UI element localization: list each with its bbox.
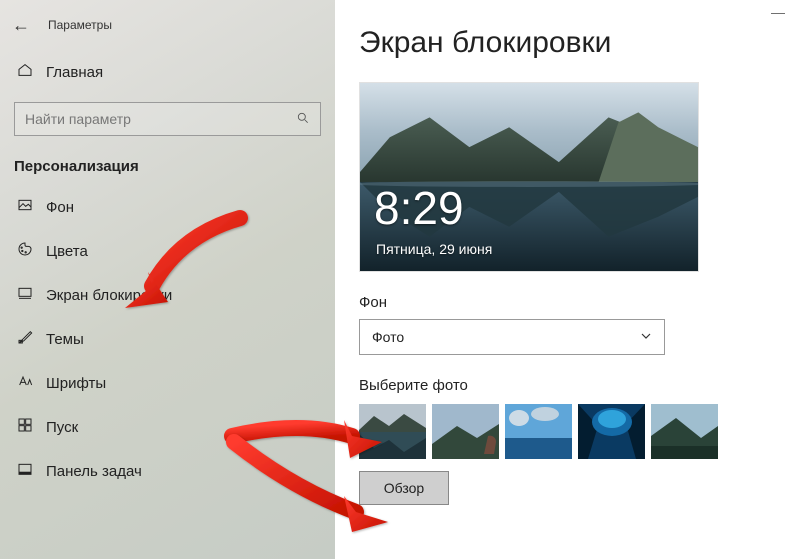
photo-thumbnail[interactable] — [505, 404, 572, 459]
sidebar-item-fonts[interactable]: Шрифты — [0, 361, 335, 405]
sidebar-item-home[interactable]: Главная — [0, 52, 335, 92]
section-title: Персонализация — [0, 152, 335, 185]
photo-thumbnail[interactable] — [359, 404, 426, 459]
photo-thumbnail[interactable] — [578, 404, 645, 459]
sidebar-item-background[interactable]: Фон — [0, 185, 335, 229]
sidebar-item-start[interactable]: Пуск — [0, 405, 335, 449]
search-placeholder: Найти параметр — [25, 111, 296, 127]
dropdown-value: Фото — [372, 329, 640, 345]
lock-screen-preview: 8:29 Пятница, 29 июня — [359, 82, 699, 272]
brush-icon — [14, 329, 36, 349]
choose-photo-label: Выберите фото — [359, 377, 773, 394]
home-icon — [14, 62, 36, 82]
back-arrow-icon[interactable]: ← — [12, 16, 30, 34]
content-pane: — Экран блокировки 8:29 Пятница, — [335, 0, 797, 559]
background-label: Фон — [359, 294, 773, 311]
search-icon — [296, 111, 310, 128]
preview-date: Пятница, 29 июня — [376, 241, 492, 257]
page-title: Экран блокировки — [359, 26, 773, 60]
taskbar-icon — [14, 461, 36, 481]
start-icon — [14, 417, 36, 437]
sidebar-item-label: Экран блокировки — [46, 287, 172, 304]
sidebar-item-label: Панель задач — [46, 463, 142, 480]
browse-button-label: Обзор — [384, 480, 424, 496]
search-input[interactable]: Найти параметр — [14, 102, 321, 136]
sidebar-item-lock-screen[interactable]: Экран блокировки — [0, 273, 335, 317]
background-dropdown[interactable]: Фото — [359, 319, 665, 355]
browse-button[interactable]: Обзор — [359, 471, 449, 505]
sidebar-item-label: Шрифты — [46, 375, 106, 392]
photo-thumbnail-list — [359, 404, 773, 459]
titlebar: ← Параметры — [0, 10, 335, 40]
photo-thumbnail[interactable] — [651, 404, 718, 459]
sidebar-item-label: Фон — [46, 199, 74, 216]
sidebar-item-label: Цвета — [46, 243, 88, 260]
sidebar-item-colors[interactable]: Цвета — [0, 229, 335, 273]
sidebar-item-taskbar[interactable]: Панель задач — [0, 449, 335, 493]
photo-thumbnail[interactable] — [432, 404, 499, 459]
sidebar-item-label: Главная — [46, 64, 103, 81]
lock-screen-icon — [14, 285, 36, 305]
sidebar: ← Параметры Главная Найти параметр Персо… — [0, 0, 335, 559]
window-title: Параметры — [48, 18, 112, 32]
picture-icon — [14, 197, 36, 217]
font-icon — [14, 373, 36, 393]
preview-clock: 8:29 — [374, 181, 464, 235]
minimize-icon[interactable]: — — [771, 4, 785, 20]
sidebar-item-label: Пуск — [46, 419, 78, 436]
palette-icon — [14, 241, 36, 261]
sidebar-item-themes[interactable]: Темы — [0, 317, 335, 361]
sidebar-item-label: Темы — [46, 331, 84, 348]
chevron-down-icon — [640, 330, 652, 345]
